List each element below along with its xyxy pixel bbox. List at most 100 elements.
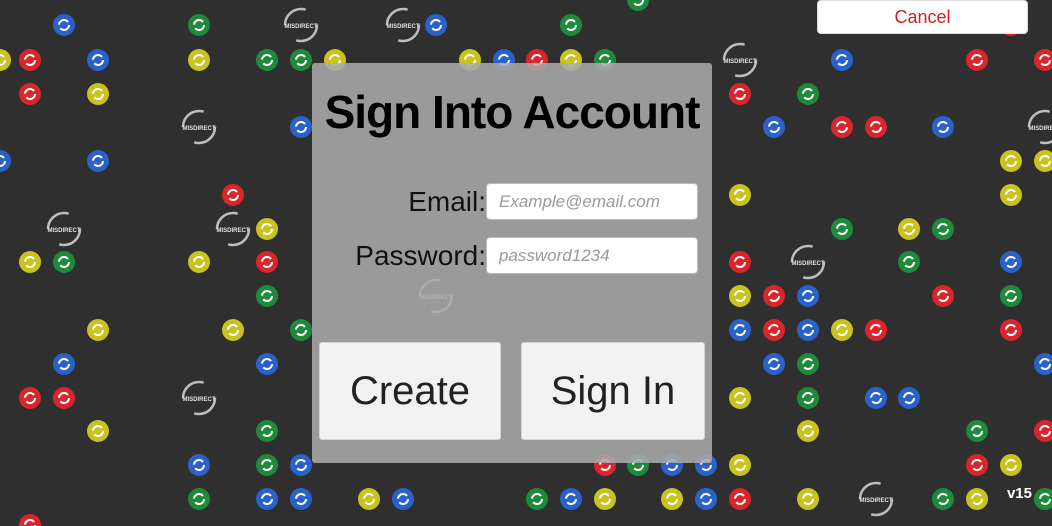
spin-token-icon: [290, 49, 312, 71]
spin-token-icon: [966, 488, 988, 510]
password-label: Password:: [355, 240, 486, 271]
spin-token-icon: [661, 488, 683, 510]
spin-token-icon: [763, 285, 785, 307]
spin-token-icon: [1000, 454, 1022, 476]
spin-token-icon: [256, 454, 278, 476]
spin-token-icon: [1000, 184, 1022, 206]
spin-token-icon: [188, 49, 210, 71]
spin-token-icon: [560, 488, 582, 510]
spin-token-icon: [627, 0, 649, 11]
spin-token-icon: [966, 454, 988, 476]
misdirect-token-icon: MISDIRECT: [181, 109, 217, 145]
spin-token-icon: [1034, 150, 1052, 172]
spin-token-icon: [729, 319, 751, 341]
spin-token-icon: [865, 387, 887, 409]
spin-token-icon: [53, 353, 75, 375]
spin-token-icon: [290, 116, 312, 138]
spin-token-icon: [729, 251, 751, 273]
spin-token-icon: [526, 488, 548, 510]
misdirect-token-icon: MISDIRECT: [385, 7, 421, 43]
spin-token-icon: [0, 150, 11, 172]
spin-token-icon: [290, 488, 312, 510]
spin-token-icon: [188, 14, 210, 36]
spin-token-icon: [222, 184, 244, 206]
spin-token-icon: [560, 14, 582, 36]
spin-token-icon: [256, 488, 278, 510]
sign-in-dialog: Sign Into Account Email: Password: Creat…: [312, 63, 712, 463]
spin-token-icon: [932, 488, 954, 510]
spin-token-icon: [797, 285, 819, 307]
spin-token-icon: [1000, 251, 1022, 273]
spin-token-icon: [19, 49, 41, 71]
svg-text:MISDIRECT: MISDIRECT: [217, 228, 250, 234]
spin-token-icon: [594, 488, 616, 510]
spin-token-icon: [932, 218, 954, 240]
spin-token-icon: [831, 218, 853, 240]
sign-in-button[interactable]: Sign In: [521, 342, 705, 440]
spin-token-icon: [87, 150, 109, 172]
spin-token-icon: [898, 218, 920, 240]
spin-token-icon: [763, 319, 785, 341]
password-field[interactable]: [486, 237, 698, 274]
spin-token-icon: [966, 49, 988, 71]
spin-token-icon: [797, 353, 819, 375]
spin-token-icon: [19, 251, 41, 273]
svg-text:MISDIRECT: MISDIRECT: [792, 261, 825, 267]
spin-token-icon: [87, 49, 109, 71]
spin-token-icon: [425, 14, 447, 36]
dialog-title: Sign Into Account: [324, 86, 701, 138]
misdirect-token-icon: MISDIRECT: [858, 481, 894, 517]
spin-token-icon: [256, 285, 278, 307]
spin-token-icon: [87, 420, 109, 442]
spin-token-icon: [222, 319, 244, 341]
misdirect-token-icon: MISDIRECT: [215, 211, 251, 247]
svg-text:MISDIRECT: MISDIRECT: [1029, 126, 1052, 132]
spin-token-icon: [1034, 49, 1052, 71]
spin-token-icon: [290, 454, 312, 476]
spin-token-icon: [1000, 285, 1022, 307]
spin-token-icon: [188, 488, 210, 510]
spin-token-icon: [797, 387, 819, 409]
spin-token-icon: [53, 14, 75, 36]
spin-token-icon: [729, 184, 751, 206]
spin-token-icon: [932, 285, 954, 307]
spin-token-icon: [19, 387, 41, 409]
spin-token-icon: [256, 218, 278, 240]
email-field[interactable]: [486, 183, 698, 220]
spin-token-icon: [932, 116, 954, 138]
spin-token-icon: [53, 251, 75, 273]
svg-text:MISDIRECT: MISDIRECT: [387, 24, 420, 30]
spin-token-icon: [358, 488, 380, 510]
spin-token-icon: [0, 49, 11, 71]
create-button[interactable]: Create: [319, 342, 501, 440]
misdirect-token-icon: MISDIRECT: [46, 211, 82, 247]
spin-token-icon: [188, 251, 210, 273]
misdirect-token-icon: MISDIRECT: [1027, 109, 1052, 145]
misdirect-token-icon: MISDIRECT: [283, 7, 319, 43]
misdirect-token-icon: MISDIRECT: [790, 244, 826, 280]
misdirect-token-icon: MISDIRECT: [722, 42, 758, 78]
spin-token-icon: [797, 83, 819, 105]
spin-token-icon: [1034, 420, 1052, 442]
spin-token-icon: [256, 49, 278, 71]
spin-token-icon: [763, 116, 785, 138]
spin-token-icon: [19, 83, 41, 105]
spin-token-icon: [763, 353, 785, 375]
spin-token-icon: [53, 387, 75, 409]
svg-text:MISDIRECT: MISDIRECT: [724, 59, 757, 65]
spin-token-icon: [87, 319, 109, 341]
spin-token-icon: [729, 488, 751, 510]
email-label: Email:: [408, 186, 486, 217]
spin-token-icon: [831, 319, 853, 341]
spin-token-icon: [290, 319, 312, 341]
cancel-button[interactable]: Cancel: [817, 0, 1028, 34]
spin-token-icon: [1000, 319, 1022, 341]
svg-text:MISDIRECT: MISDIRECT: [285, 24, 318, 30]
spin-token-icon: [898, 251, 920, 273]
spin-token-icon: [1034, 488, 1052, 510]
version-label: v15: [1006, 485, 1032, 502]
spin-token-icon: [256, 251, 278, 273]
misdirect-token-icon: MISDIRECT: [181, 380, 217, 416]
svg-text:MISDIRECT: MISDIRECT: [183, 397, 216, 403]
spin-token-icon: [729, 387, 751, 409]
